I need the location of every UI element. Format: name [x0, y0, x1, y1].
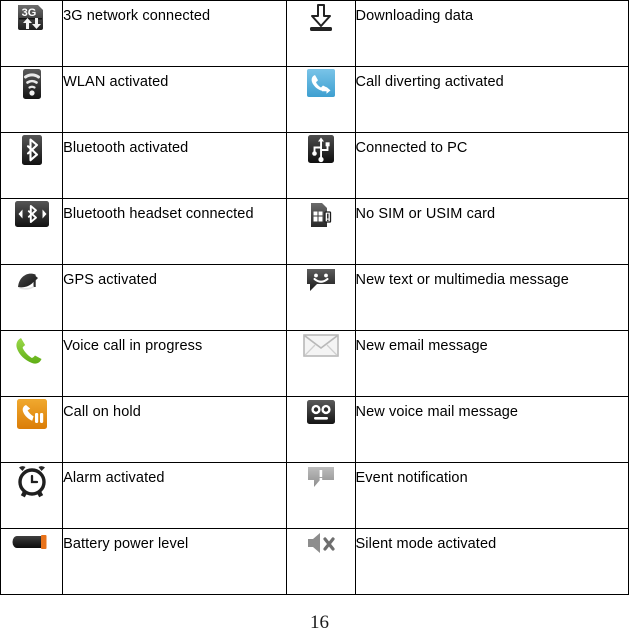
label-cell-no-sim-card: No SIM or USIM card — [354, 198, 630, 265]
wlan-icon — [16, 67, 48, 101]
alarm-clock-icon — [14, 463, 50, 499]
label-cell-call-on-hold: Call on hold — [62, 396, 288, 463]
voicemail-icon — [304, 397, 338, 427]
row-label: Bluetooth activated — [63, 140, 189, 156]
no-sim-card-icon — [305, 199, 337, 231]
new-message-icon — [303, 265, 339, 295]
icon-cell-download — [286, 0, 356, 67]
row-label: Call on hold — [63, 404, 141, 420]
row-label: Voice call in progress — [63, 338, 203, 354]
label-cell-event-notification: Event notification — [354, 462, 630, 529]
icon-cell-new-message — [286, 264, 356, 331]
row-label: Bluetooth headset connected — [63, 206, 254, 222]
table-row: GPS activated New text or multimedia mes… — [0, 264, 630, 331]
label-cell-new-email: New email message — [354, 330, 630, 397]
icon-cell-usb — [286, 132, 356, 199]
label-cell-3g-network: 3G network connected — [62, 0, 288, 67]
icon-cell-gps — [0, 264, 64, 331]
label-cell-new-message: New text or multimedia message — [354, 264, 630, 331]
row-label: Battery power level — [63, 536, 189, 552]
call-on-hold-icon — [15, 397, 49, 431]
row-label: 3G network connected — [63, 8, 211, 24]
icon-cell-new-email — [286, 330, 356, 397]
label-cell-silent-mode: Silent mode activated — [354, 528, 630, 595]
icon-cell-call-diverting — [286, 66, 356, 133]
usb-icon — [305, 133, 337, 165]
call-diverting-icon — [305, 67, 337, 99]
row-label: Silent mode activated — [355, 536, 497, 552]
icon-cell-silent-mode — [286, 528, 356, 595]
icon-cell-alarm-clock — [0, 462, 64, 529]
row-label: WLAN activated — [63, 74, 169, 90]
label-cell-call-diverting: Call diverting activated — [354, 66, 630, 133]
icon-cell-voice-call — [0, 330, 64, 397]
page-number: 16 — [0, 612, 631, 634]
table-row: 3G 3G network connected Downloading data — [0, 0, 630, 67]
icon-cell-no-sim-card — [286, 198, 356, 265]
label-cell-gps: GPS activated — [62, 264, 288, 331]
icon-cell-3g-network: 3G — [0, 0, 64, 67]
svg-text:3G: 3G — [21, 7, 36, 19]
label-cell-alarm-clock: Alarm activated — [62, 462, 288, 529]
label-cell-battery: Battery power level — [62, 528, 288, 595]
row-label: Downloading data — [355, 8, 474, 24]
label-cell-voice-call: Voice call in progress — [62, 330, 288, 397]
row-label: Connected to PC — [355, 140, 468, 156]
icon-cell-voicemail — [286, 396, 356, 463]
row-label: Call diverting activated — [355, 74, 504, 90]
table-row: Call on hold New voice mail message — [0, 396, 630, 463]
icon-cell-battery — [0, 528, 64, 595]
row-label: New email message — [355, 338, 488, 354]
voice-call-icon — [11, 331, 53, 369]
table-row: Bluetooth activated Connected to PC — [0, 132, 630, 199]
event-notification-icon — [304, 463, 338, 491]
label-cell-bluetooth-headset: Bluetooth headset connected — [62, 198, 288, 265]
row-label: No SIM or USIM card — [355, 206, 496, 222]
download-icon — [305, 1, 337, 33]
row-label: Event notification — [355, 470, 468, 486]
label-cell-bluetooth: Bluetooth activated — [62, 132, 288, 199]
label-cell-wlan: WLAN activated — [62, 66, 288, 133]
page-number-value: 16 — [310, 612, 329, 633]
table-row: Battery power level Silent mode activate… — [0, 528, 630, 595]
3g-network-icon: 3G — [15, 1, 49, 35]
silent-mode-icon — [303, 529, 339, 557]
battery-icon — [12, 529, 52, 555]
bluetooth-headset-icon — [13, 199, 51, 229]
icon-cell-call-on-hold — [0, 396, 64, 463]
manual-page: 3G 3G network connected Downloading data… — [0, 0, 631, 643]
label-cell-usb: Connected to PC — [354, 132, 630, 199]
table-row: Voice call in progress New email message — [0, 330, 630, 397]
table-row: Alarm activated Event notification — [0, 462, 630, 529]
status-icon-table: 3G 3G network connected Downloading data… — [0, 0, 630, 595]
gps-icon — [13, 265, 51, 295]
bluetooth-icon — [16, 133, 48, 167]
label-cell-download: Downloading data — [354, 0, 630, 67]
icon-cell-wlan — [0, 66, 64, 133]
row-label: GPS activated — [63, 272, 158, 288]
row-label: New voice mail message — [355, 404, 519, 420]
icon-cell-event-notification — [286, 462, 356, 529]
table-row: WLAN activated Call diverting activated — [0, 66, 630, 133]
row-label: New text or multimedia message — [355, 272, 569, 288]
icon-cell-bluetooth-headset — [0, 198, 64, 265]
icon-cell-bluetooth — [0, 132, 64, 199]
row-label: Alarm activated — [63, 470, 165, 486]
table-row: Bluetooth headset connected No SIM or US… — [0, 198, 630, 265]
new-email-icon — [302, 331, 340, 359]
label-cell-voicemail: New voice mail message — [354, 396, 630, 463]
